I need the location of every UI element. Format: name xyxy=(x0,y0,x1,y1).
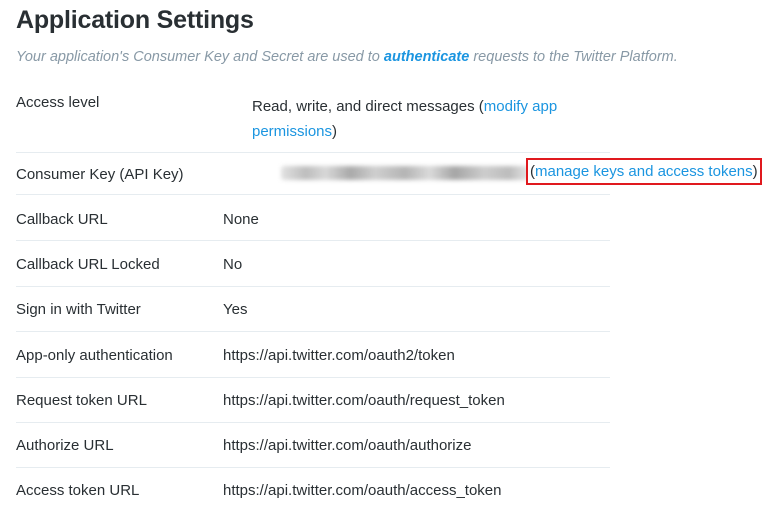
consumer-key-value-redacted xyxy=(281,166,529,180)
settings-row-callback-url-locked: Callback URL Locked No xyxy=(16,254,610,287)
row-value: Read, write, and direct messages (modify… xyxy=(252,94,557,144)
settings-row-consumer-key: Consumer Key (API Key) (manage keys and … xyxy=(16,158,762,195)
row-value: https://api.twitter.com/oauth/access_tok… xyxy=(223,482,502,499)
settings-row-access-level: Access level Read, write, and direct mes… xyxy=(16,90,610,153)
row-label: Callback URL xyxy=(16,211,108,228)
row-label: Access level xyxy=(16,94,100,111)
row-label: App-only authentication xyxy=(16,347,173,364)
access-level-text: Read, write, and direct messages ( xyxy=(252,98,484,115)
manage-keys-highlight-box: (manage keys and access tokens) xyxy=(526,158,762,185)
subtitle-text-after: requests to the Twitter Platform. xyxy=(469,49,678,65)
row-value: No xyxy=(223,256,243,273)
row-value: None xyxy=(223,211,259,228)
row-label: Access token URL xyxy=(16,482,140,499)
close-paren: ) xyxy=(332,123,338,140)
application-settings-panel: Application Settings Your application's … xyxy=(0,0,782,508)
row-value: https://api.twitter.com/oauth/request_to… xyxy=(223,392,505,409)
row-label: Sign in with Twitter xyxy=(16,301,141,318)
row-value: https://api.twitter.com/oauth2/token xyxy=(223,347,455,364)
manage-keys-and-access-tokens-link[interactable]: manage keys and access tokens xyxy=(535,163,753,180)
row-label: Request token URL xyxy=(16,392,147,409)
settings-row-request-token-url: Request token URL https://api.twitter.co… xyxy=(16,390,610,423)
manage-close-paren: ) xyxy=(752,163,758,180)
row-value: Yes xyxy=(223,301,248,318)
modify-link-line2: permissions xyxy=(252,123,333,140)
row-label: Callback URL Locked xyxy=(16,256,160,273)
authenticate-link[interactable]: authenticate xyxy=(384,49,469,65)
settings-row-access-token-url: Access token URL https://api.twitter.com… xyxy=(16,480,610,506)
settings-row-authorize-url: Authorize URL https://api.twitter.com/oa… xyxy=(16,435,610,468)
row-value: https://api.twitter.com/oauth/authorize xyxy=(223,437,472,454)
settings-row-app-only-authentication: App-only authentication https://api.twit… xyxy=(16,345,610,378)
row-label: Authorize URL xyxy=(16,437,114,454)
modify-link-line1: modify app xyxy=(483,98,558,115)
subtitle-text-before: Your application's Consumer Key and Secr… xyxy=(16,49,384,65)
page-title: Application Settings xyxy=(16,6,254,34)
row-label: Consumer Key (API Key) xyxy=(16,166,184,183)
settings-row-sign-in-with-twitter: Sign in with Twitter Yes xyxy=(16,299,610,332)
settings-row-callback-url: Callback URL None xyxy=(16,209,610,241)
page-subtitle: Your application's Consumer Key and Secr… xyxy=(16,49,678,65)
